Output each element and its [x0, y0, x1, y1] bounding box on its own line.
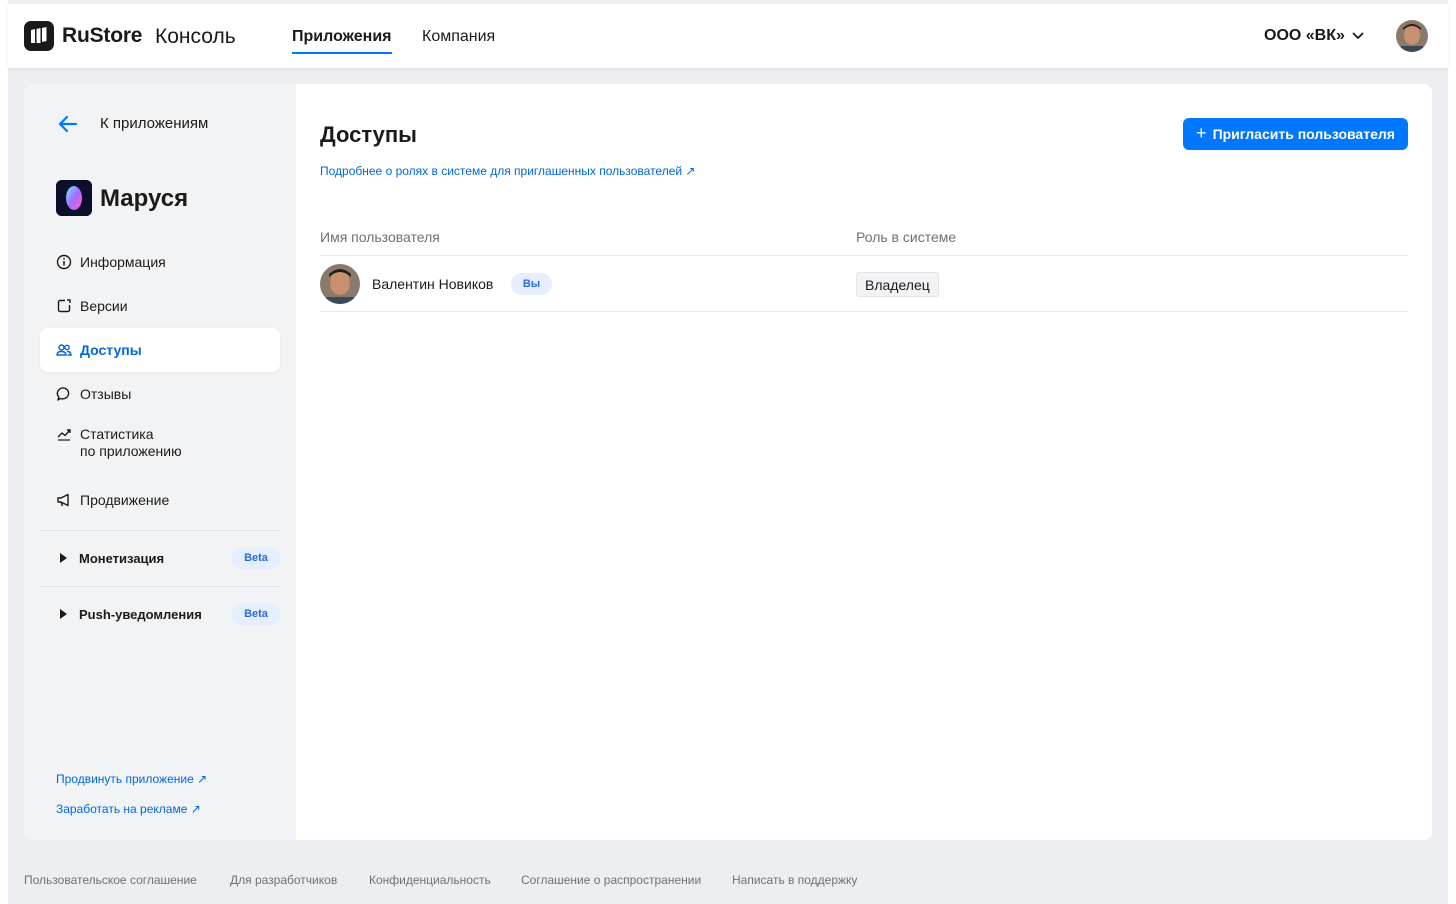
brand-name: RuStore — [62, 24, 143, 47]
chart-icon — [57, 429, 71, 441]
table-header-divider — [320, 255, 1408, 256]
arrow-left-icon[interactable] — [56, 112, 80, 136]
footer-link-user-agreement[interactable]: Пользовательское соглашение — [24, 873, 197, 887]
column-header-username: Имя пользователя — [320, 229, 440, 245]
column-header-role: Роль в системе — [856, 229, 957, 245]
table-row-divider — [320, 311, 1408, 312]
footer-link-developers[interactable]: Для разработчиков — [230, 873, 337, 887]
promote-app-link[interactable]: Продвинуть приложение ↗ — [56, 772, 207, 786]
comment-icon — [56, 387, 70, 401]
expand-triangle-icon[interactable] — [60, 609, 67, 619]
expand-triangle-icon[interactable] — [60, 553, 67, 563]
info-icon — [56, 254, 72, 270]
row-user-name: Валентин Новиков — [372, 276, 494, 292]
footer-link-support[interactable]: Написать в поддержку — [732, 873, 857, 887]
versions-icon — [57, 299, 71, 313]
invite-user-label: Пригласить пользователя — [1212, 126, 1395, 142]
sidebar-item-versions[interactable]: Версии — [40, 284, 280, 328]
back-button[interactable] — [56, 112, 80, 136]
sidebar-group-push[interactable]: Push-уведомления Beta — [40, 592, 280, 636]
sidebar-item-label: Продвижение — [80, 491, 170, 508]
footer-link-distribution[interactable]: Соглашение о распространении — [521, 873, 701, 887]
beta-badge: Beta — [232, 547, 280, 569]
roles-info-link[interactable]: Подробнее о ролях в системе для приглаше… — [320, 164, 695, 178]
sidebar-group-label: Push-уведомления — [79, 606, 202, 622]
organization-selector[interactable]: ООО «ВК» — [1264, 27, 1345, 45]
sidebar-group-label: Монетизация — [79, 550, 165, 566]
sidebar-group-monetization[interactable]: Монетизация Beta — [40, 536, 280, 580]
invite-user-button[interactable]: + Пригласить пользователя — [1183, 118, 1408, 150]
role-chip: Владелец — [856, 272, 939, 297]
tab-company[interactable]: Компания — [422, 28, 495, 54]
app-icon — [56, 180, 92, 216]
brand-subtitle: Консоль — [155, 25, 236, 48]
sidebar-divider — [40, 586, 280, 587]
megaphone-icon — [57, 493, 69, 507]
sidebar-item-info[interactable]: Информация — [40, 240, 280, 284]
tab-applications[interactable]: Приложения — [292, 28, 392, 54]
page-title: Доступы — [320, 122, 417, 147]
beta-badge: Beta — [232, 603, 280, 625]
sidebar-item-reviews[interactable]: Отзывы — [40, 372, 280, 416]
sidebar-item-label-line2: по приложению — [80, 443, 182, 459]
sidebar-item-label: Версии — [80, 297, 128, 314]
footer-link-privacy[interactable]: Конфиденциальность — [369, 873, 491, 887]
row-user-avatar — [320, 264, 360, 304]
sidebar-item-label: Статистика — [80, 426, 154, 442]
chevron-down-icon[interactable] — [1352, 32, 1364, 40]
sidebar-item-label: Доступы — [80, 341, 142, 358]
earn-on-ads-link[interactable]: Заработать на рекламе ↗ — [56, 802, 201, 816]
main-card: К приложениям Маруся Информация Версии Д… — [24, 84, 1432, 840]
app-name: Маруся — [100, 185, 189, 212]
sidebar-item-label: Информация — [80, 253, 166, 270]
sidebar-item-statistics[interactable]: Статистика по приложению — [40, 416, 280, 472]
plus-icon: + — [1196, 122, 1207, 143]
sidebar-divider — [40, 530, 280, 531]
sidebar-item-label: Отзывы — [80, 385, 132, 402]
users-icon — [56, 344, 72, 356]
sidebar: К приложениям Маруся Информация Версии Д… — [24, 84, 296, 840]
sidebar-item-promotion[interactable]: Продвижение — [40, 478, 280, 522]
sidebar-item-access[interactable]: Доступы — [40, 328, 280, 372]
top-header: RuStore Консоль Приложения Компания ООО … — [8, 4, 1448, 68]
back-label[interactable]: К приложениям — [100, 115, 208, 132]
user-avatar[interactable] — [1396, 20, 1428, 52]
rustore-logo-icon[interactable] — [24, 21, 54, 51]
you-badge: Вы — [511, 273, 552, 295]
